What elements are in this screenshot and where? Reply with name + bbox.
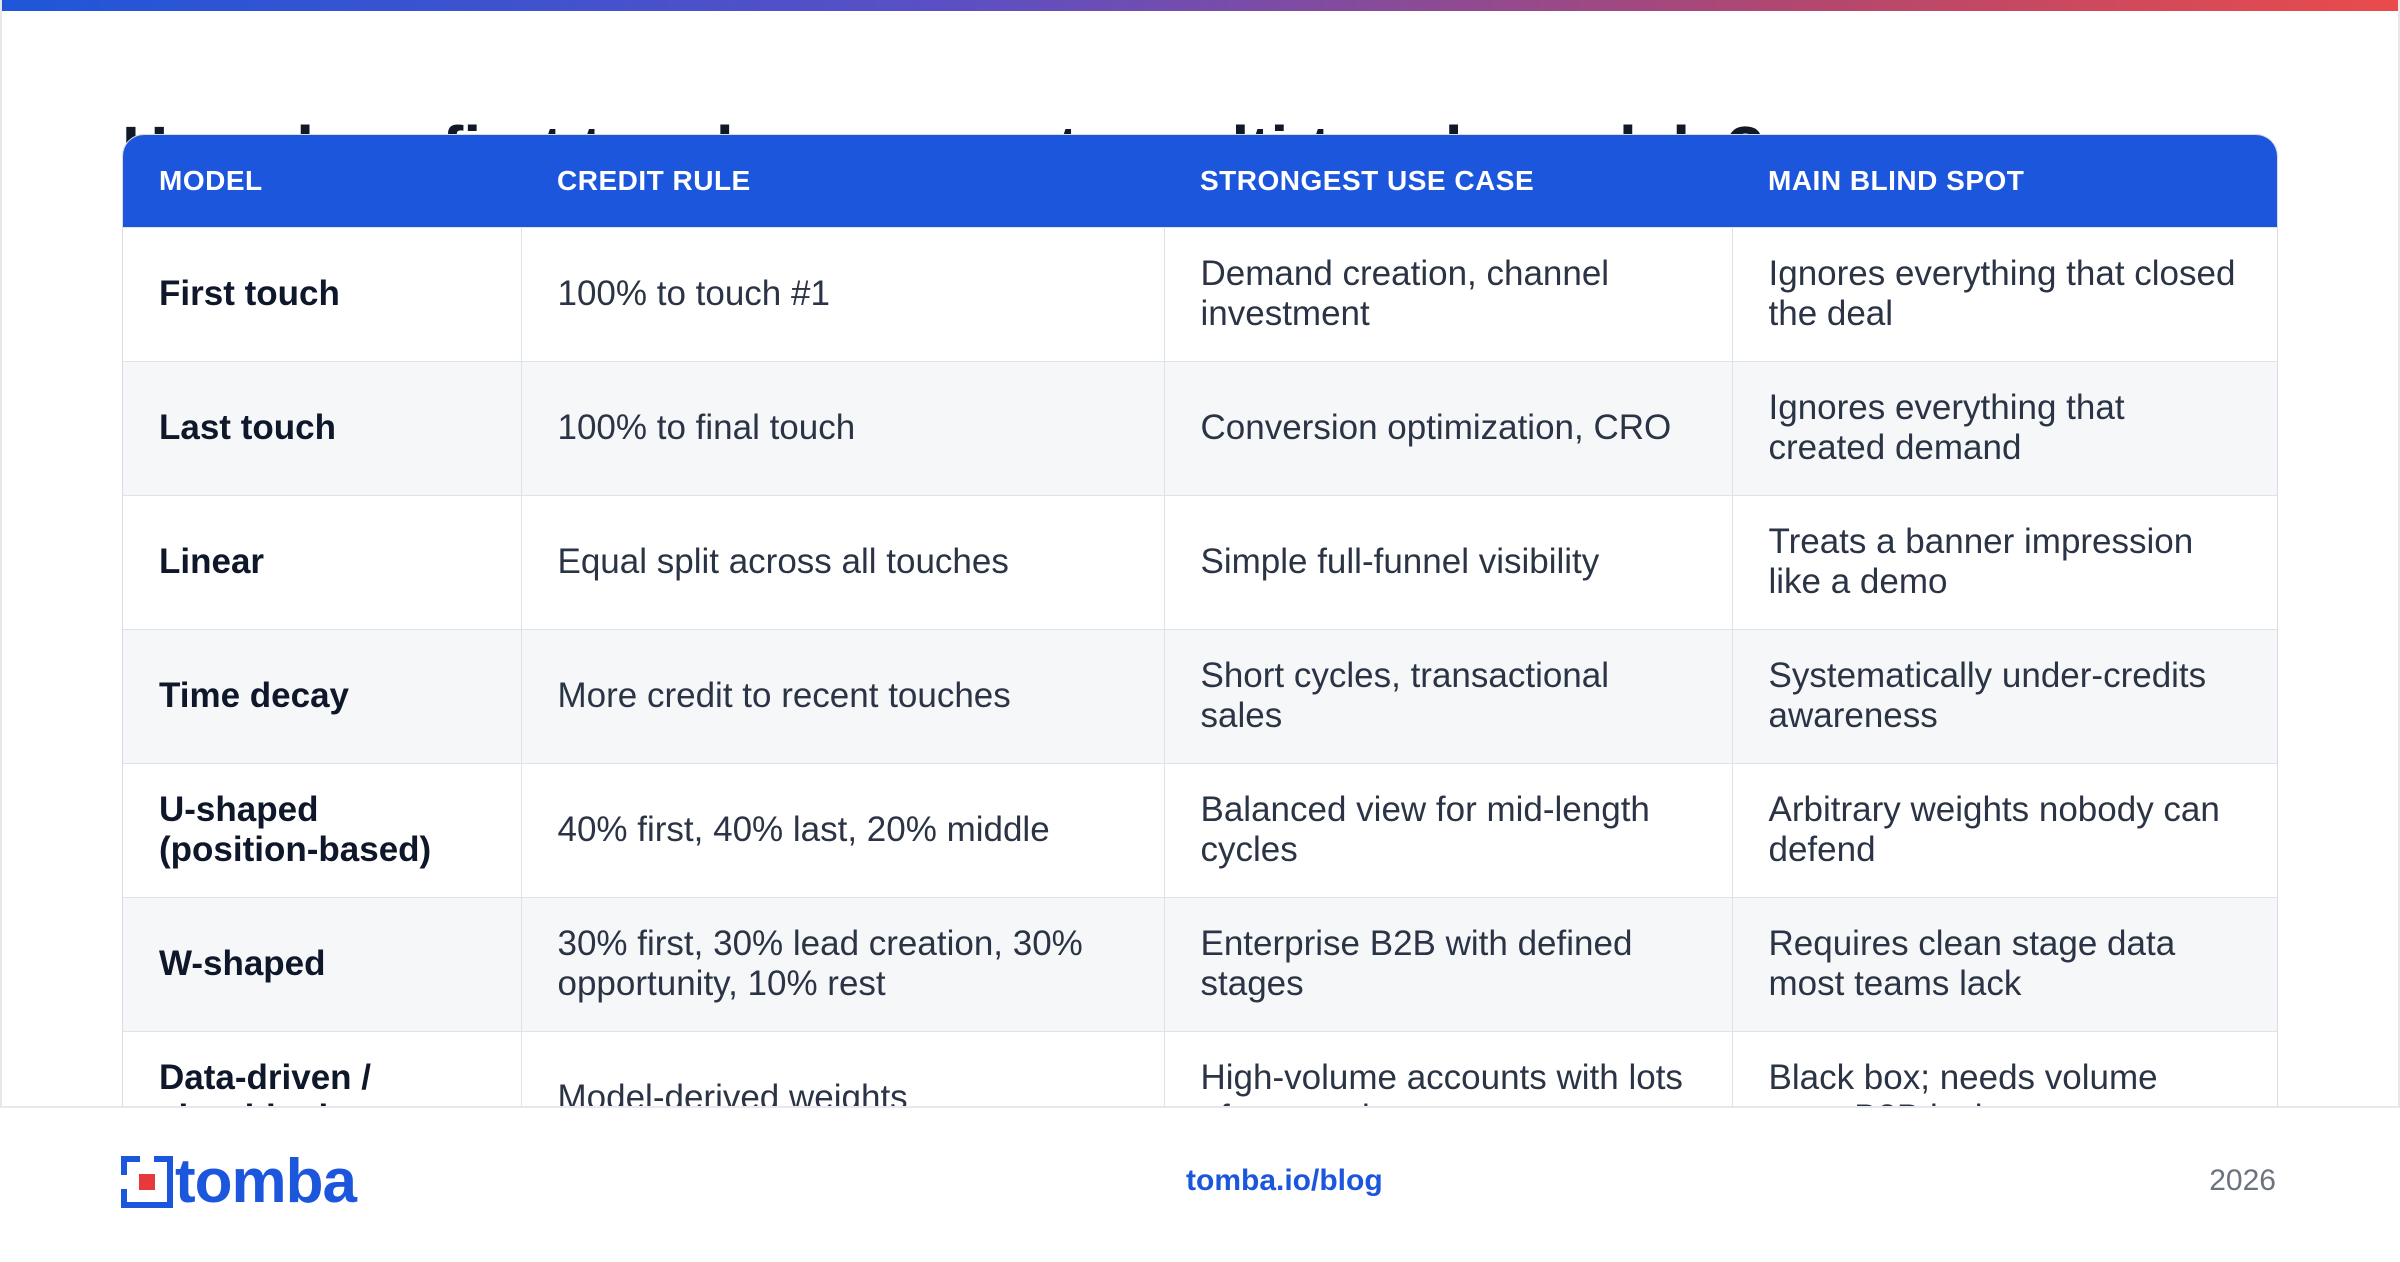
table-row: Last touch 100% to final touch Conversio… [123,360,2277,495]
tomba-logo-icon [120,1155,173,1208]
use-case-cell: Enterprise B2B with defined stages [1164,896,1733,1031]
column-header-blind-spot: MAIN BLIND SPOT [1768,164,2025,196]
blind-spot-cell: Systematically under-credits awareness [1732,628,2277,763]
use-case-cell: Demand creation, channel investment [1164,226,1733,361]
use-case-cell: Short cycles, transactional sales [1164,628,1733,763]
brand-logo[interactable]: tomba [120,1147,357,1216]
credit-rule-cell: Equal split across all touches [521,494,1165,629]
table-row: W-shaped 30% first, 30% lead creation, 3… [123,896,2277,1031]
use-case-cell: Conversion optimization, CRO [1164,360,1733,495]
credit-rule-cell: 100% to final touch [521,360,1165,495]
column-header-use-case: STRONGEST USE CASE [1200,164,1535,196]
table-header-row: MODEL CREDIT RULE STRONGEST USE CASE MAI… [123,135,2277,227]
model-cell: Last touch [123,360,522,495]
credit-rule-cell: 100% to touch #1 [521,226,1165,361]
credit-rule-cell: 40% first, 40% last, 20% middle [521,762,1165,897]
model-cell: Linear [123,494,522,629]
blind-spot-cell: Arbitrary weights nobody can defend [1732,762,2277,897]
attribution-models-table: MODEL CREDIT RULE STRONGEST USE CASE MAI… [123,135,2277,1165]
model-cell: First touch [123,226,522,361]
footer-year: 2026 [2209,1164,2276,1197]
use-case-cell: Simple full-funnel visibility [1164,494,1733,629]
model-cell: Time decay [123,628,522,763]
credit-rule-cell: More credit to recent touches [521,628,1165,763]
column-header-credit-rule: CREDIT RULE [557,164,751,196]
frame-left-edge [0,0,2,1260]
table-row: First touch 100% to touch #1 Demand crea… [123,226,2277,361]
use-case-cell: Balanced view for mid-length cycles [1164,762,1733,897]
column-header-model: MODEL [159,164,263,196]
model-cell: U-shaped (position-based) [123,762,522,897]
model-cell: W-shaped [123,896,522,1031]
blind-spot-cell: Ignores everything that created demand [1732,360,2277,495]
table-row: U-shaped (position-based) 40% first, 40%… [123,762,2277,897]
table-row: Time decay More credit to recent touches… [123,628,2277,763]
brand-wordmark: tomba [175,1147,357,1216]
top-gradient-bar [0,0,2400,11]
table-row: Linear Equal split across all touches Si… [123,494,2277,629]
credit-rule-cell: 30% first, 30% lead creation, 30% opport… [521,896,1165,1031]
blind-spot-cell: Treats a banner impression like a demo [1732,494,2277,629]
blog-link[interactable]: tomba.io/blog [1186,1164,1383,1198]
comparison-table-card: MODEL CREDIT RULE STRONGEST USE CASE MAI… [122,134,2278,1166]
blind-spot-cell: Requires clean stage data most teams lac… [1732,896,2277,1031]
blind-spot-cell: Ignores everything that closed the deal [1732,226,2277,361]
